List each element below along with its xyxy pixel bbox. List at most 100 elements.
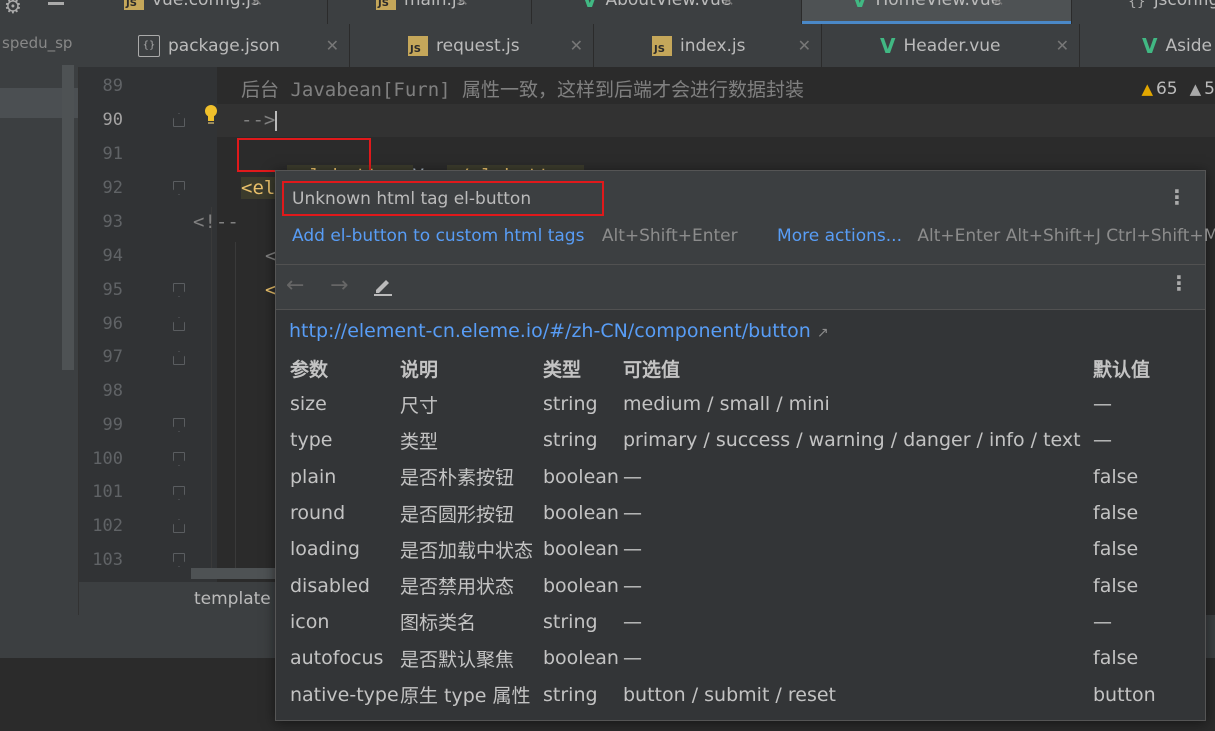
line-number: 96 xyxy=(102,314,123,334)
external-link-icon: ↗ xyxy=(816,325,829,341)
line-number: 101 xyxy=(92,482,123,502)
more-options-icon[interactable]: ⋮ xyxy=(1167,187,1187,207)
back-arrow-icon[interactable]: ← xyxy=(286,273,304,298)
tab-header-vue[interactable]: V Header.vue ✕ xyxy=(822,24,1080,67)
close-icon[interactable]: ✕ xyxy=(250,0,263,10)
project-root-label[interactable]: spedu_sp xyxy=(2,34,76,52)
table-cell: 是否禁用状态 xyxy=(400,576,515,599)
add-custom-tag-link[interactable]: Add el-button to custom html tags xyxy=(292,226,584,246)
tab-package-json[interactable]: {} package.json ✕ xyxy=(78,24,350,67)
vue-file-icon: V xyxy=(880,33,896,58)
table-cell: — xyxy=(1093,610,1112,633)
table-row: disabled 是否禁用状态 boolean — false xyxy=(290,567,1173,603)
table-cell: — xyxy=(1093,429,1112,452)
tab-label: request.js xyxy=(436,35,520,56)
table-cell: boolean xyxy=(543,538,619,561)
table-cell: 是否加载中状态 xyxy=(400,539,534,562)
table-cell: loading xyxy=(290,538,360,561)
js-file-icon: JS xyxy=(376,0,396,10)
fold-marker-icon[interactable] xyxy=(173,452,185,466)
table-cell: button xyxy=(1093,683,1156,706)
table-header: 说明 xyxy=(400,358,439,381)
table-header: 类型 xyxy=(543,358,582,381)
close-icon[interactable]: ✕ xyxy=(798,36,811,55)
tab-vue-config-js[interactable]: JS vue.config.js ✕ xyxy=(78,0,328,24)
table-cell: round xyxy=(290,502,346,525)
more-actions-link[interactable]: More actions... xyxy=(777,226,902,246)
tab-about-view-vue[interactable]: V AboutView.vue ✕ xyxy=(532,0,802,24)
table-cell: disabled xyxy=(290,574,370,597)
table-header: 默认值 xyxy=(1093,358,1151,381)
tab-label: index.js xyxy=(680,35,746,56)
tab-index-js[interactable]: JS index.js ✕ xyxy=(594,24,822,67)
fold-marker-icon[interactable] xyxy=(173,113,185,127)
editor-tabs-row-2: {} package.json ✕ JS request.js ✕ JS ind… xyxy=(78,24,1215,68)
table-cell: — xyxy=(623,465,642,488)
line-number: 97 xyxy=(102,347,123,367)
line-number: 99 xyxy=(102,415,123,435)
tab-main-js[interactable]: JS main.js ✕ xyxy=(328,0,532,24)
edit-pencil-icon[interactable] xyxy=(372,275,394,301)
lightbulb-icon[interactable] xyxy=(203,104,219,130)
tab-aside[interactable]: V Aside xyxy=(1080,24,1215,67)
vue-file-icon: V xyxy=(1142,33,1158,58)
table-row: loading 是否加载中状态 boolean — false xyxy=(290,531,1173,567)
fold-marker-icon[interactable] xyxy=(173,418,185,432)
gear-icon[interactable]: ⚙ xyxy=(4,0,22,18)
project-scrollbar[interactable] xyxy=(62,65,74,370)
table-row: plain 是否朴素按钮 boolean — false xyxy=(290,459,1173,495)
line-number: 89 xyxy=(102,76,123,96)
fold-marker-icon[interactable] xyxy=(173,283,185,297)
editor-gutter[interactable]: 89 90 91 92 93 94 95 96 97 98 99 100 101… xyxy=(79,67,217,582)
tab-request-js[interactable]: JS request.js ✕ xyxy=(350,24,594,67)
editor-tabs-row-1: JS vue.config.js ✕ JS main.js ✕ V AboutV… xyxy=(78,0,1215,25)
line-number: 94 xyxy=(102,246,123,266)
close-icon[interactable]: ✕ xyxy=(570,36,583,55)
fold-marker-icon[interactable] xyxy=(173,317,185,331)
fold-marker-icon[interactable] xyxy=(173,351,185,365)
tab-label: Aside xyxy=(1165,35,1212,56)
horizontal-scrollbar[interactable] xyxy=(191,568,281,579)
weak-warnings-count[interactable]: ▲ 5 xyxy=(1190,79,1215,99)
line-number: 90 xyxy=(102,110,123,130)
inspection-widget[interactable]: ▲ 65 ▲ 5 xyxy=(1141,79,1215,99)
close-icon[interactable]: ✕ xyxy=(326,36,339,55)
fold-marker-icon[interactable] xyxy=(173,519,185,533)
close-icon[interactable]: ✕ xyxy=(721,0,734,10)
warnings-count[interactable]: ▲ 65 xyxy=(1141,79,1177,99)
more-options-icon[interactable]: ⋮ xyxy=(1169,273,1189,293)
tab-home-view-vue[interactable]: V HomeView.vue ✕ xyxy=(802,0,1072,24)
fold-marker-icon[interactable] xyxy=(173,553,185,567)
table-row: icon 图标类名 string — — xyxy=(290,604,1173,640)
close-icon[interactable]: ✕ xyxy=(1056,36,1069,55)
table-cell: — xyxy=(623,538,642,561)
table-cell: boolean xyxy=(543,574,619,597)
close-icon[interactable]: ✕ xyxy=(991,0,1004,10)
fold-marker-icon[interactable] xyxy=(173,486,185,500)
tab-jsconfig[interactable]: {} jsconfig xyxy=(1072,0,1215,24)
table-cell: 是否朴素按钮 xyxy=(400,467,515,490)
doc-url-link[interactable]: http://element-cn.eleme.io/#/zh-CN/compo… xyxy=(289,320,829,342)
fold-marker-icon[interactable] xyxy=(173,181,185,195)
table-header: 可选值 xyxy=(623,358,681,381)
table-cell: — xyxy=(1093,393,1112,416)
table-cell: string xyxy=(543,393,598,416)
tab-label: jsconfig xyxy=(1153,0,1215,10)
forward-arrow-icon[interactable]: → xyxy=(330,273,348,298)
table-cell: autofocus xyxy=(290,647,384,670)
json-file-icon: {} xyxy=(138,34,160,57)
table-cell: — xyxy=(623,574,642,597)
documentation-body: http://element-cn.eleme.io/#/zh-CN/compo… xyxy=(276,310,1205,720)
quick-fix-row: Add el-button to custom html tags Alt+Sh… xyxy=(292,226,1215,246)
minimize-icon[interactable] xyxy=(48,2,64,5)
table-cell: plain xyxy=(290,465,337,488)
table-cell: button / submit / reset xyxy=(623,683,836,706)
close-icon[interactable]: ✕ xyxy=(455,0,468,10)
doc-toolbar: ← → ⋮ xyxy=(276,265,1205,309)
breadcrumb[interactable]: template xyxy=(79,582,279,615)
line-number: 92 xyxy=(102,178,123,198)
indent-guide xyxy=(211,207,212,577)
breadcrumb-item[interactable]: template xyxy=(194,589,271,609)
code-line-93: <!-- xyxy=(193,211,239,233)
vue-file-icon: V xyxy=(582,0,598,12)
